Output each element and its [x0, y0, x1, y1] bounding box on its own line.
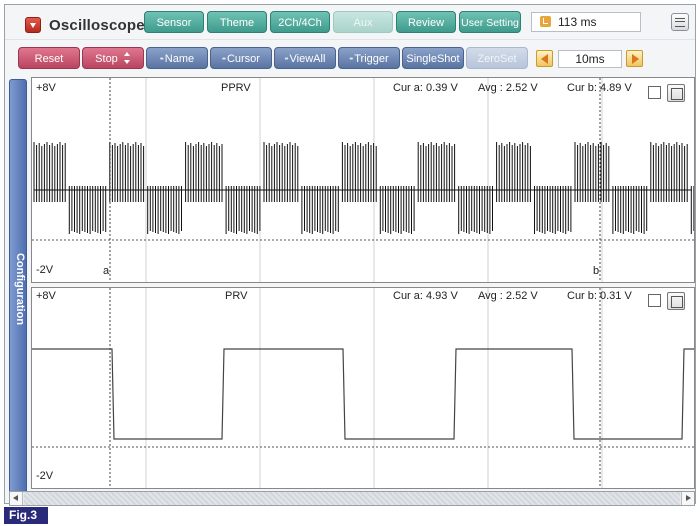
channel-1-signal [33, 142, 694, 234]
cursor-b-label: b [593, 265, 600, 277]
scroll-left-icon[interactable] [10, 492, 23, 505]
single-shot-button[interactable]: SingleShot [402, 47, 464, 69]
ch2-cursor-a-value: Cur a: 4.93 V [393, 290, 458, 302]
dots-icon: •• [284, 56, 289, 63]
ch2-average-value: Avg : 2.52 V [478, 290, 538, 302]
cursor-button[interactable]: •• Cursor [210, 47, 272, 69]
name-button[interactable]: •• Name [146, 47, 208, 69]
cursor-a-label: a [103, 265, 110, 277]
ch1-cursor-a-value: Cur a: 0.39 V [393, 82, 458, 94]
zero-set-button[interactable]: ZeroSet [466, 47, 528, 69]
dots-icon: •• [349, 56, 353, 63]
time-base-display: 10ms [558, 50, 622, 68]
scroll-track[interactable] [24, 492, 680, 505]
ch1-maximize-icon[interactable] [667, 84, 685, 102]
stepper-icon [123, 52, 131, 64]
review-button[interactable]: Review [396, 11, 456, 33]
time-base-decrease-icon[interactable] [536, 50, 553, 67]
stop-label: Stop [95, 53, 118, 65]
channel-1-plot [32, 78, 694, 282]
ch2-checkbox[interactable] [648, 294, 661, 307]
ch1-y-min-label: -2V [36, 264, 54, 276]
ch1-y-max-label: +8V [36, 82, 56, 94]
sensor-button[interactable]: Sensor [144, 11, 204, 33]
theme-button[interactable]: Theme [207, 11, 267, 33]
stop-button[interactable]: Stop [82, 47, 144, 69]
view-all-label: ViewAll [289, 53, 326, 65]
elapsed-time-value: 113 ms [558, 15, 597, 29]
time-base-increase-icon[interactable] [626, 50, 643, 67]
trigger-button[interactable]: •• Trigger [338, 47, 400, 69]
reset-button[interactable]: Reset [18, 47, 80, 69]
channel-1-panel[interactable]: +8V PPRV Cur a: 0.39 V Avg : 2.52 V Cur … [31, 77, 695, 283]
ch2-cursor-b-value: Cur b: 0.31 V [567, 290, 632, 302]
ch2-y-min-label: -2V [36, 470, 54, 482]
dots-icon: •• [222, 56, 226, 63]
channel-2-plot [32, 288, 694, 488]
top-toolbar: Oscilloscope Sensor Theme 2Ch/4Ch Aux Re… [5, 5, 695, 39]
channel-2-panel[interactable]: +8V PRV Cur a: 4.93 V Avg : 2.52 V Cur b… [31, 287, 695, 489]
elapsed-time-display: 113 ms [531, 12, 641, 32]
ch2-name: PRV [225, 290, 248, 302]
app-title: Oscilloscope [49, 17, 145, 34]
oscilloscope-window: Oscilloscope Sensor Theme 2Ch/4Ch Aux Re… [4, 4, 696, 506]
scroll-right-icon[interactable] [681, 492, 694, 505]
figure-label: Fig.3 [4, 507, 48, 524]
control-toolbar: Reset Stop •• Name •• Cursor •• ViewAll •• T… [5, 39, 695, 73]
ch1-average-value: Avg : 2.52 V [478, 82, 538, 94]
ch2-y-max-label: +8V [36, 290, 56, 302]
channels-button[interactable]: 2Ch/4Ch [270, 11, 330, 33]
cursor-label: Cursor [226, 53, 260, 65]
aux-button[interactable]: Aux [333, 11, 393, 33]
app-menu-icon[interactable] [25, 17, 41, 33]
ch1-name: PPRV [221, 82, 251, 94]
configuration-label: Configuration [14, 252, 27, 326]
ch1-cursor-b-value: Cur b: 4.89 V [567, 82, 632, 94]
trigger-label: Trigger [354, 53, 389, 65]
timer-icon [540, 16, 551, 27]
list-menu-icon[interactable] [671, 13, 689, 31]
channel-2-signal [32, 348, 694, 440]
dots-icon: •• [159, 56, 164, 63]
configuration-sidebar[interactable]: Configuration [9, 79, 27, 497]
channel-2-grid [32, 288, 694, 488]
name-label: Name [164, 53, 195, 65]
horizontal-scrollbar[interactable] [9, 491, 695, 506]
view-all-button[interactable]: •• ViewAll [274, 47, 336, 69]
ch2-maximize-icon[interactable] [667, 292, 685, 310]
user-setting-button[interactable]: User Setting [459, 11, 521, 33]
ch1-checkbox[interactable] [648, 86, 661, 99]
